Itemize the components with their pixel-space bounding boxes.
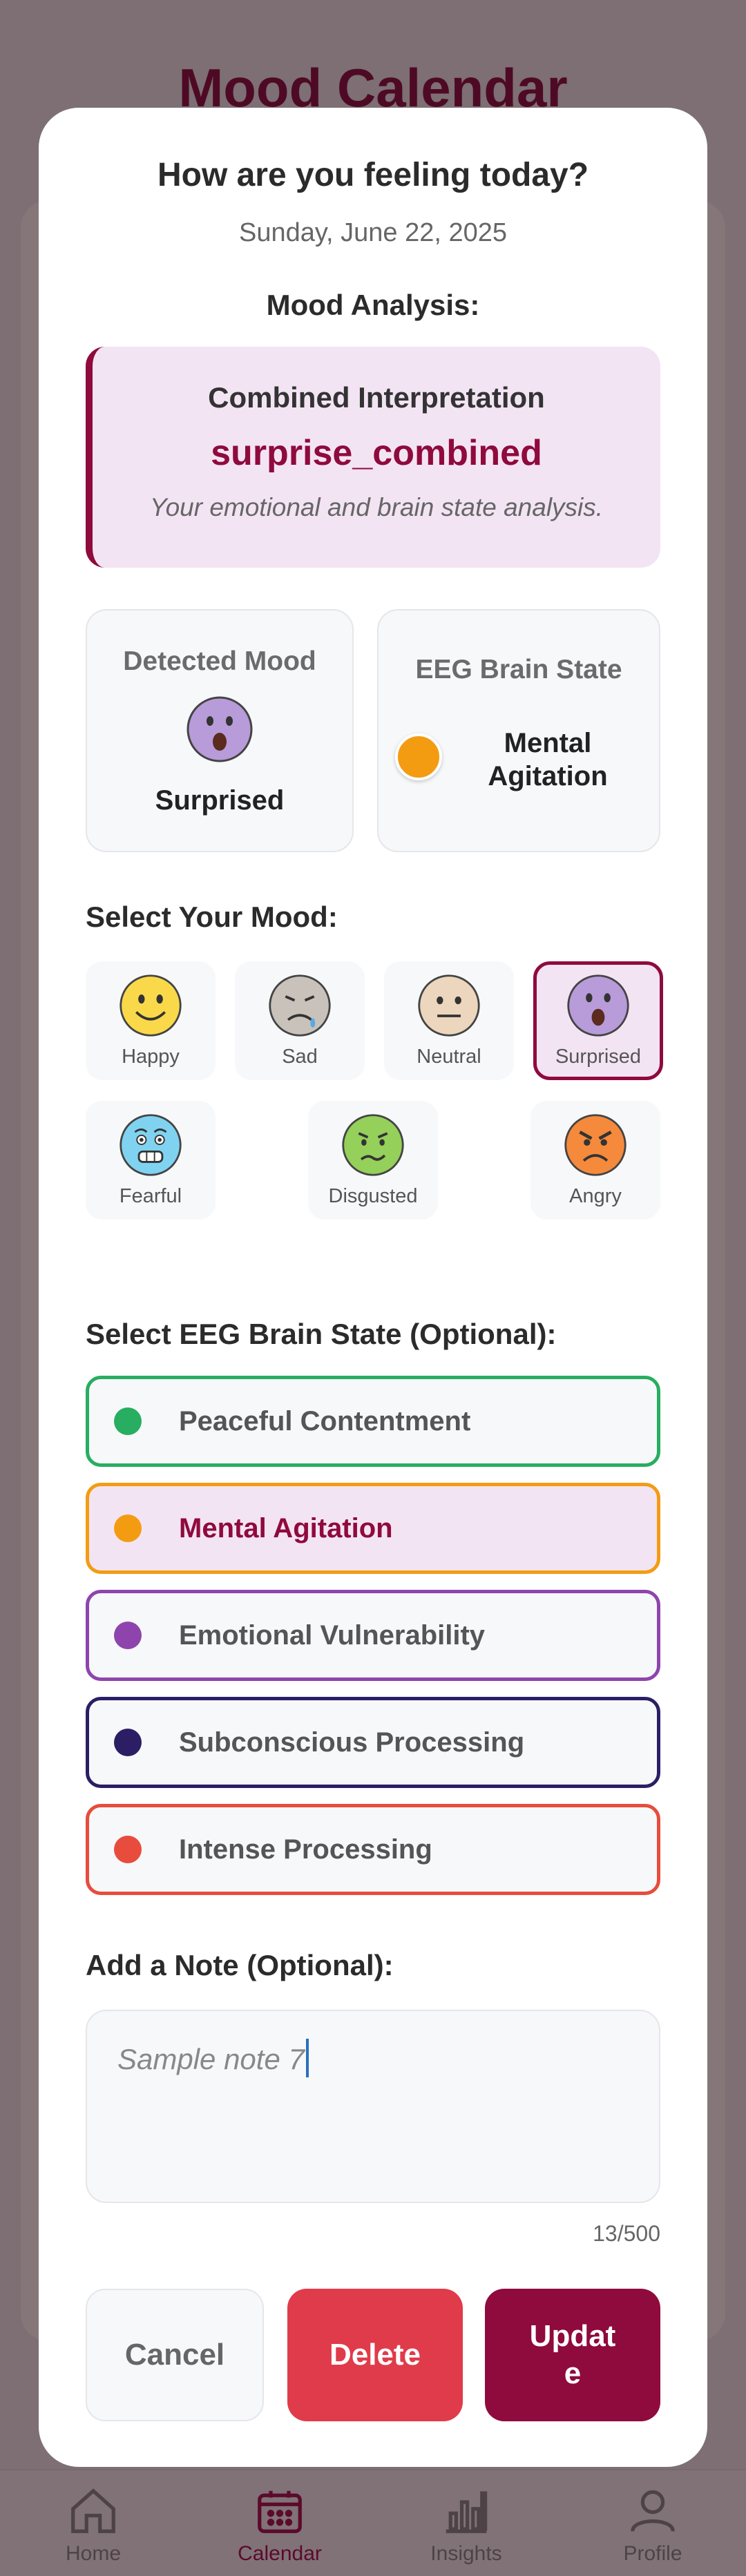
note-text: Sample note 7 — [117, 2043, 305, 2075]
detected-mood-heading: Detected Mood — [123, 646, 316, 676]
mood-label: Happy — [122, 1046, 180, 1068]
eeg-color-dot — [114, 1407, 142, 1435]
tab-calendar-label: Calendar — [238, 2542, 322, 2565]
eeg-option-label: Mental Agitation — [179, 1512, 393, 1544]
eeg-state-value: Mental Agitation — [488, 728, 608, 791]
bar-chart-icon — [446, 2491, 488, 2533]
update-button-label: Updat e — [529, 2319, 616, 2390]
tab-calendar[interactable]: Calendar — [186, 2470, 373, 2576]
eeg-option-emotional-vulnerability[interactable]: Emotional Vulnerability — [86, 1590, 660, 1681]
eeg-option-label: Emotional Vulnerability — [179, 1619, 486, 1651]
happy-face-icon — [119, 974, 182, 1037]
update-button[interactable]: Updat e — [485, 2289, 660, 2421]
mood-label: Sad — [282, 1046, 318, 1068]
eeg-option-label: Subconscious Processing — [179, 1727, 525, 1758]
interpretation-value: surprise_combined — [211, 433, 542, 473]
mood-option-neutral[interactable]: Neutral — [384, 961, 514, 1080]
detected-mood-card: Detected Mood Surprised — [86, 609, 354, 852]
select-mood-label: Select Your Mood: — [86, 901, 338, 933]
mood-option-happy[interactable]: Happy — [86, 961, 216, 1080]
eeg-color-dot — [114, 1729, 142, 1756]
tab-profile-label: Profile — [623, 2542, 682, 2565]
mood-label: Neutral — [417, 1046, 481, 1068]
mood-option-fearful[interactable]: Fearful — [86, 1101, 216, 1220]
eeg-color-dot — [114, 1836, 142, 1863]
mood-option-disgusted[interactable]: Disgusted — [308, 1101, 438, 1220]
entry-date: Sunday, June 22, 2025 — [238, 218, 508, 247]
note-character-counter: 13/500 — [593, 2221, 660, 2246]
mood-option-angry[interactable]: Angry — [530, 1101, 660, 1220]
user-icon — [631, 2490, 675, 2532]
mood-option-surprised[interactable]: Surprised — [533, 961, 663, 1080]
detected-mood-value: Surprised — [155, 785, 285, 816]
angry-face-icon — [564, 1114, 627, 1176]
interpretation-heading: Combined Interpretation — [208, 381, 545, 414]
eeg-option-mental-agitation[interactable]: Mental Agitation — [86, 1483, 660, 1574]
home-icon — [71, 2488, 115, 2533]
modal-title: How are you feeling today? — [157, 157, 589, 193]
tab-insights[interactable]: Insights — [373, 2470, 560, 2576]
eeg-color-dot — [114, 1515, 142, 1542]
eeg-state-heading: EEG Brain State — [415, 655, 622, 684]
neutral-face-icon — [418, 974, 480, 1037]
eeg-option-label: Peaceful Contentment — [179, 1405, 471, 1436]
fearful-face-icon — [119, 1114, 182, 1176]
sad-face-icon — [269, 974, 331, 1037]
cancel-button[interactable]: Cancel — [86, 2289, 264, 2421]
tab-home[interactable]: Home — [0, 2470, 186, 2576]
bottom-tab-bar: Home Calendar Insights Profile — [0, 2469, 746, 2576]
eeg-option-label: Intense Processing — [179, 1834, 432, 1865]
eeg-option-peaceful-contentment[interactable]: Peaceful Contentment — [86, 1376, 660, 1467]
disgusted-face-icon — [342, 1114, 404, 1176]
note-label: Add a Note (Optional): — [86, 1949, 394, 1981]
mood-option-sad[interactable]: Sad — [235, 961, 365, 1080]
eeg-color-dot — [114, 1622, 142, 1649]
tab-home-label: Home — [65, 2542, 122, 2565]
tab-insights-label: Insights — [430, 2542, 502, 2565]
eeg-option-intense-processing[interactable]: Intense Processing — [86, 1804, 660, 1895]
combined-interpretation-card: Combined Interpretation surprise_combine… — [86, 347, 660, 568]
select-eeg-label: Select EEG Brain State (Optional): — [86, 1318, 557, 1350]
mood-entry-modal: How are you feeling today? Sunday, June … — [39, 108, 707, 2467]
surprised-face-icon — [567, 974, 629, 1037]
interpretation-description: Your emotional and brain state analysis. — [149, 493, 604, 521]
mood-label: Disgusted — [328, 1185, 418, 1207]
calendar-icon — [258, 2490, 302, 2533]
mood-analysis-label: Mood Analysis: — [266, 289, 480, 321]
eeg-option-subconscious-processing[interactable]: Subconscious Processing — [86, 1697, 660, 1788]
note-textarea[interactable]: Sample note 7 — [86, 2010, 660, 2203]
eeg-state-dot — [395, 733, 442, 780]
tab-profile[interactable]: Profile — [560, 2470, 746, 2576]
mood-label: Fearful — [119, 1185, 182, 1207]
surprised-face-icon — [186, 696, 253, 762]
text-caret — [305, 2039, 309, 2077]
mood-label: Angry — [569, 1185, 622, 1207]
delete-button[interactable]: Delete — [287, 2289, 463, 2421]
eeg-brain-state-card: EEG Brain State Mental Agitation — [377, 609, 660, 852]
mood-label: Surprised — [555, 1046, 642, 1068]
